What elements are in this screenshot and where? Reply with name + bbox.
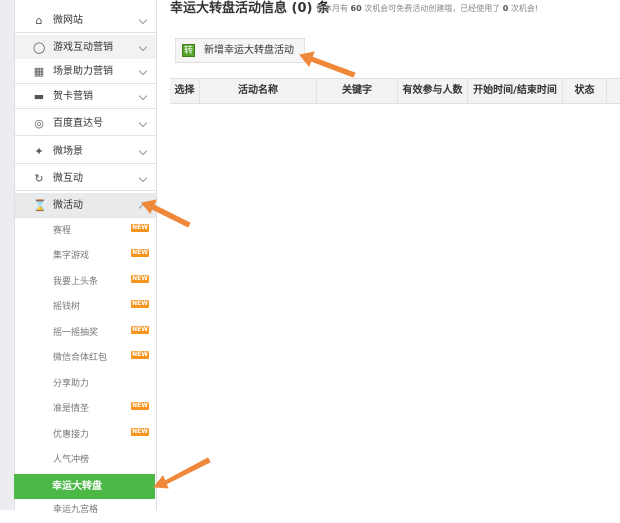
new-badge: NEW bbox=[131, 326, 149, 334]
sub-item-love-guru[interactable]: 准是情圣 NEW bbox=[15, 397, 156, 422]
menu-label: 微活动 bbox=[53, 200, 83, 211]
interact-icon: ↻ bbox=[34, 172, 44, 185]
add-button-label: 新增幸运大转盘活动 bbox=[204, 45, 294, 56]
sub-item-label: 摇钱树 bbox=[53, 302, 81, 312]
sub-item-money-tree[interactable]: 摇钱树 NEW bbox=[15, 295, 156, 320]
menu-item-micro-scene[interactable]: ✦ 微场景 bbox=[15, 139, 156, 164]
quota-used: 0 bbox=[502, 4, 509, 13]
menu-item-micro-site[interactable]: ⌂ 微网站 bbox=[15, 8, 156, 33]
chevron-down-icon bbox=[138, 42, 148, 52]
quota-count: 60 bbox=[350, 4, 362, 13]
menu-item-baidu[interactable]: ◎ 百度直达号 bbox=[15, 111, 156, 136]
menu-label: 游戏互动营销 bbox=[53, 42, 113, 53]
sub-item-label: 摇一摇抽奖 bbox=[53, 328, 99, 338]
menu-item-card-marketing[interactable]: ▬ 贺卡营销 bbox=[15, 84, 156, 109]
quota-note: 你本月有 60 次机会可免费活动创建哦，已经使用了 0 次机会! bbox=[316, 3, 538, 15]
new-badge: NEW bbox=[131, 428, 149, 436]
hourglass-icon: ⌛ bbox=[33, 199, 47, 212]
new-badge: NEW bbox=[131, 402, 149, 410]
sub-item-schedule[interactable]: 赛程 NEW bbox=[15, 219, 156, 244]
chevron-down-icon bbox=[138, 15, 148, 25]
sub-item-headline[interactable]: 我要上头条 NEW bbox=[15, 270, 156, 295]
sub-item-label: 幸运九宫格 bbox=[53, 505, 99, 515]
chevron-down-icon bbox=[138, 173, 148, 183]
sparkle-icon: ✦ bbox=[34, 145, 44, 158]
gamepad-icon: ◯ bbox=[33, 41, 46, 54]
add-lucky-wheel-button[interactable]: 转 新增幸运大转盘活动 bbox=[175, 38, 305, 63]
column-status[interactable]: 状态 bbox=[563, 79, 607, 103]
menu-label: 百度直达号 bbox=[53, 118, 103, 129]
chevron-down-icon bbox=[138, 66, 148, 76]
sub-item-collect-words[interactable]: 集字游戏 NEW bbox=[15, 244, 156, 269]
page-title: 幸运大转盘活动信息 (0) 条 bbox=[170, 1, 330, 16]
menu-item-game-marketing[interactable]: ◯ 游戏互动营销 bbox=[15, 35, 156, 60]
sidebar: ⌂ 微网站 ◯ 游戏互动营销 ▦ 场景助力营销 ▬ 贺卡营销 ◎ 百度直达号 ✦… bbox=[14, 0, 157, 515]
home-icon: ⌂ bbox=[35, 14, 43, 27]
arrow-to-add-button bbox=[299, 51, 356, 78]
card-icon: ▬ bbox=[33, 90, 45, 103]
quota-note-suffix: 次机会! bbox=[510, 4, 539, 13]
sub-item-shake-lottery[interactable]: 摇一摇抽奖 NEW bbox=[15, 321, 156, 346]
column-time[interactable]: 开始时间/结束时间 bbox=[468, 79, 563, 103]
column-participants[interactable]: 有效参与人数 bbox=[398, 79, 468, 103]
activity-table-header: 选择 活动名称 关键字 有效参与人数 开始时间/结束时间 状态 bbox=[170, 78, 620, 104]
sub-item-label: 幸运大转盘 bbox=[52, 481, 102, 492]
sub-item-label: 集字游戏 bbox=[53, 251, 90, 261]
sub-item-label: 优惠接力 bbox=[53, 430, 90, 440]
chevron-down-icon bbox=[138, 118, 148, 128]
menu-label: 微网站 bbox=[53, 15, 83, 26]
sub-item-label: 我要上头条 bbox=[53, 277, 99, 287]
left-gutter bbox=[0, 0, 14, 510]
new-badge: NEW bbox=[131, 224, 149, 232]
menu-label: 贺卡营销 bbox=[53, 91, 93, 102]
sub-item-label: 分享助力 bbox=[53, 379, 90, 389]
sub-item-lucky-wheel[interactable]: 幸运大转盘 bbox=[14, 474, 155, 499]
chevron-down-icon bbox=[138, 91, 148, 101]
building-icon: ▦ bbox=[33, 65, 45, 78]
sub-item-share-boost[interactable]: 分享助力 bbox=[15, 372, 156, 397]
column-keyword[interactable]: 关键字 bbox=[317, 79, 398, 103]
sub-item-coupon-relay[interactable]: 优惠接力 NEW bbox=[15, 423, 156, 448]
quota-note-prefix: 你本月有 bbox=[316, 4, 348, 13]
wheel-icon: 转 bbox=[182, 44, 195, 57]
sub-item-red-packet[interactable]: 微信合体红包 NEW bbox=[15, 346, 156, 371]
sub-item-lucky-grid[interactable]: 幸运九宫格 bbox=[15, 498, 156, 523]
sub-item-label: 准是情圣 bbox=[53, 404, 90, 414]
new-badge: NEW bbox=[131, 249, 149, 257]
quota-note-middle: 次机会可免费活动创建哦，已经使用了 bbox=[364, 4, 501, 13]
new-badge: NEW bbox=[131, 300, 149, 308]
column-select[interactable]: 选择 bbox=[170, 79, 200, 103]
target-icon: ◎ bbox=[34, 117, 44, 130]
sub-item-label: 微信合体红包 bbox=[53, 353, 108, 363]
new-badge: NEW bbox=[131, 351, 149, 359]
menu-label: 场景助力营销 bbox=[53, 66, 113, 77]
menu-label: 微互动 bbox=[53, 173, 83, 184]
menu-item-micro-interact[interactable]: ↻ 微互动 bbox=[15, 166, 156, 191]
chevron-down-icon bbox=[138, 146, 148, 156]
menu-item-scene-marketing[interactable]: ▦ 场景助力营销 bbox=[15, 59, 156, 84]
arrow-to-lucky-wheel bbox=[153, 457, 211, 489]
sub-item-label: 人气冲榜 bbox=[53, 455, 90, 465]
sub-item-label: 赛程 bbox=[53, 226, 72, 236]
column-activity-name[interactable]: 活动名称 bbox=[200, 79, 317, 103]
new-badge: NEW bbox=[131, 275, 149, 283]
chevron-up-icon bbox=[138, 203, 148, 213]
sub-item-popularity[interactable]: 人气冲榜 bbox=[15, 448, 156, 473]
menu-item-micro-activity[interactable]: ⌛ 微活动 bbox=[15, 193, 156, 218]
menu-label: 微场景 bbox=[53, 146, 83, 157]
